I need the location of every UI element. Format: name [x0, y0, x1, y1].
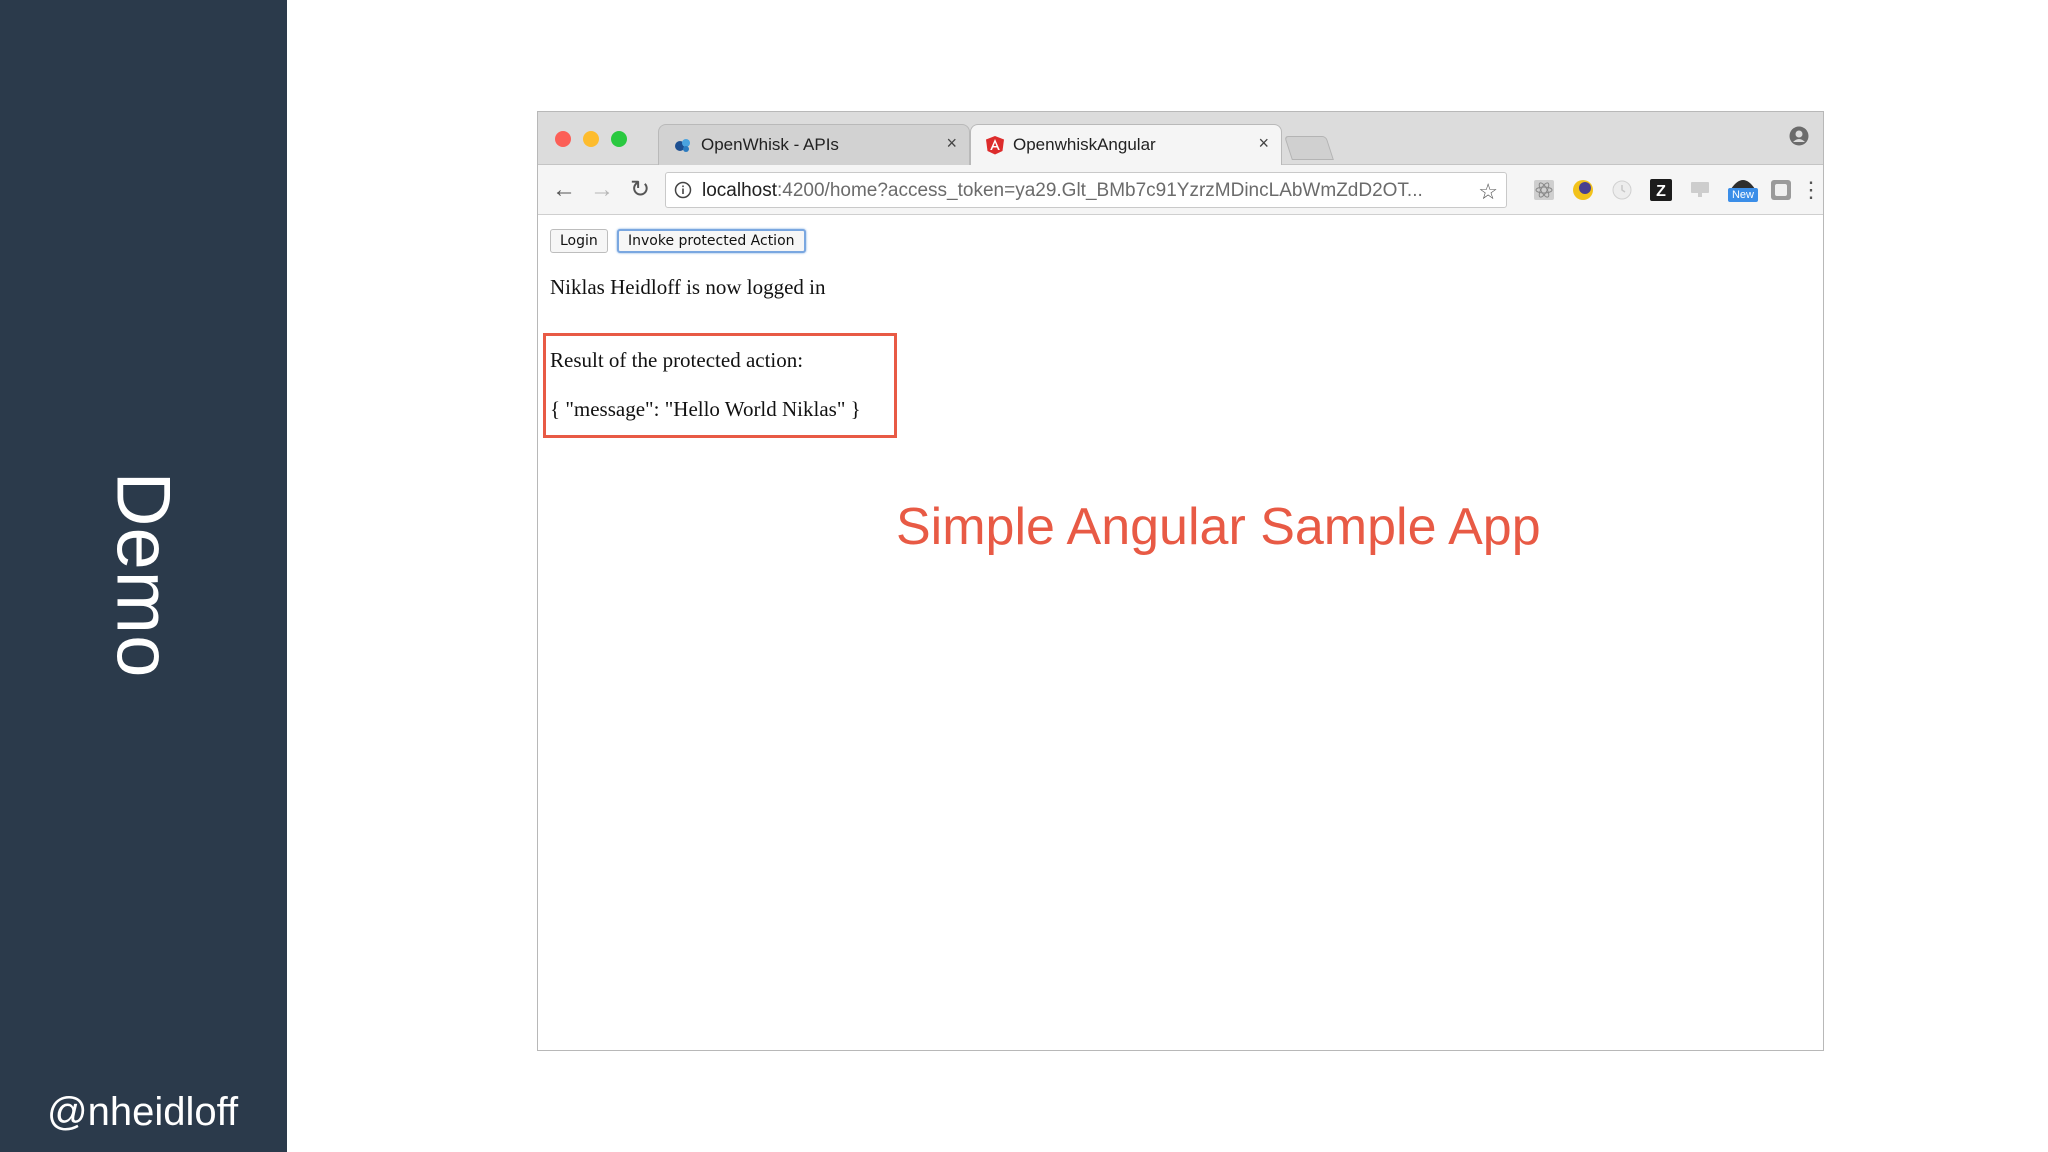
url-text: localhost:4200/home?access_token=ya29.Gl…: [702, 180, 1462, 202]
moon-icon[interactable]: [1572, 179, 1594, 201]
tab-close-icon[interactable]: ×: [1258, 133, 1269, 154]
browser-toolbar: ← → ↻ localhost:4200/home?access_token=y…: [538, 165, 1823, 215]
address-bar[interactable]: localhost:4200/home?access_token=ya29.Gl…: [665, 172, 1507, 208]
back-arrow-icon[interactable]: ←: [551, 177, 577, 203]
openwhisk-favicon-icon: [675, 139, 690, 152]
profile-icon[interactable]: [1789, 126, 1809, 146]
url-host: localhost: [702, 180, 777, 201]
maximize-window-button[interactable]: [611, 131, 627, 147]
angular-favicon-icon: [986, 136, 1004, 155]
invoke-protected-action-button[interactable]: Invoke protected Action: [617, 229, 806, 253]
monitor-icon[interactable]: [1689, 179, 1711, 201]
tab-openwhisk-angular[interactable]: OpenwhiskAngular ×: [970, 124, 1282, 165]
z-icon[interactable]: Z: [1650, 179, 1672, 201]
browser-titlebar: OpenWhisk - APIs × OpenwhiskAngular ×: [538, 112, 1823, 165]
reload-icon[interactable]: ↻: [627, 177, 653, 203]
tab-label: OpenwhiskAngular: [1013, 135, 1156, 154]
tab-openwhisk-apis[interactable]: OpenWhisk - APIs ×: [658, 124, 970, 165]
result-label: Result of the protected action:: [550, 348, 804, 372]
svg-text:Z: Z: [1656, 183, 1666, 200]
login-button[interactable]: Login: [550, 229, 608, 253]
new-badge-icon[interactable]: New: [1728, 175, 1758, 203]
tab-close-icon[interactable]: ×: [946, 133, 957, 154]
clock-icon[interactable]: [1611, 179, 1633, 201]
twitter-handle: @nheidloff: [47, 1090, 239, 1134]
close-window-button[interactable]: [555, 131, 571, 147]
login-status-text: Niklas Heidloff is now logged in: [550, 275, 826, 299]
forward-arrow-icon[interactable]: →: [589, 177, 615, 203]
headphones-icon: [1731, 180, 1755, 189]
page-content: Login Invoke protected Action Niklas Hei…: [538, 215, 1823, 1050]
new-badge: New: [1728, 188, 1758, 202]
url-path: :4200/home?access_token=ya29.Glt_BMb7c91…: [777, 180, 1423, 201]
new-tab-button[interactable]: [1284, 136, 1334, 160]
result-json: { "message": "Hello World Niklas" }: [550, 397, 861, 421]
browser-window: OpenWhisk - APIs × OpenwhiskAngular × ← …: [537, 111, 1824, 1051]
react-devtools-icon[interactable]: [1533, 179, 1555, 201]
menu-kebab-icon[interactable]: ⋮: [1800, 177, 1822, 203]
bookmark-star-icon[interactable]: ☆: [1478, 179, 1498, 205]
info-icon[interactable]: [674, 181, 692, 199]
minimize-window-button[interactable]: [583, 131, 599, 147]
puzzle-icon[interactable]: [1770, 179, 1792, 201]
tab-label: OpenWhisk - APIs: [701, 135, 839, 154]
sidebar-title: Demo: [100, 471, 186, 679]
slide-sidebar: Demo @nheidloff: [0, 0, 287, 1152]
slide-caption: Simple Angular Sample App: [896, 498, 1541, 556]
